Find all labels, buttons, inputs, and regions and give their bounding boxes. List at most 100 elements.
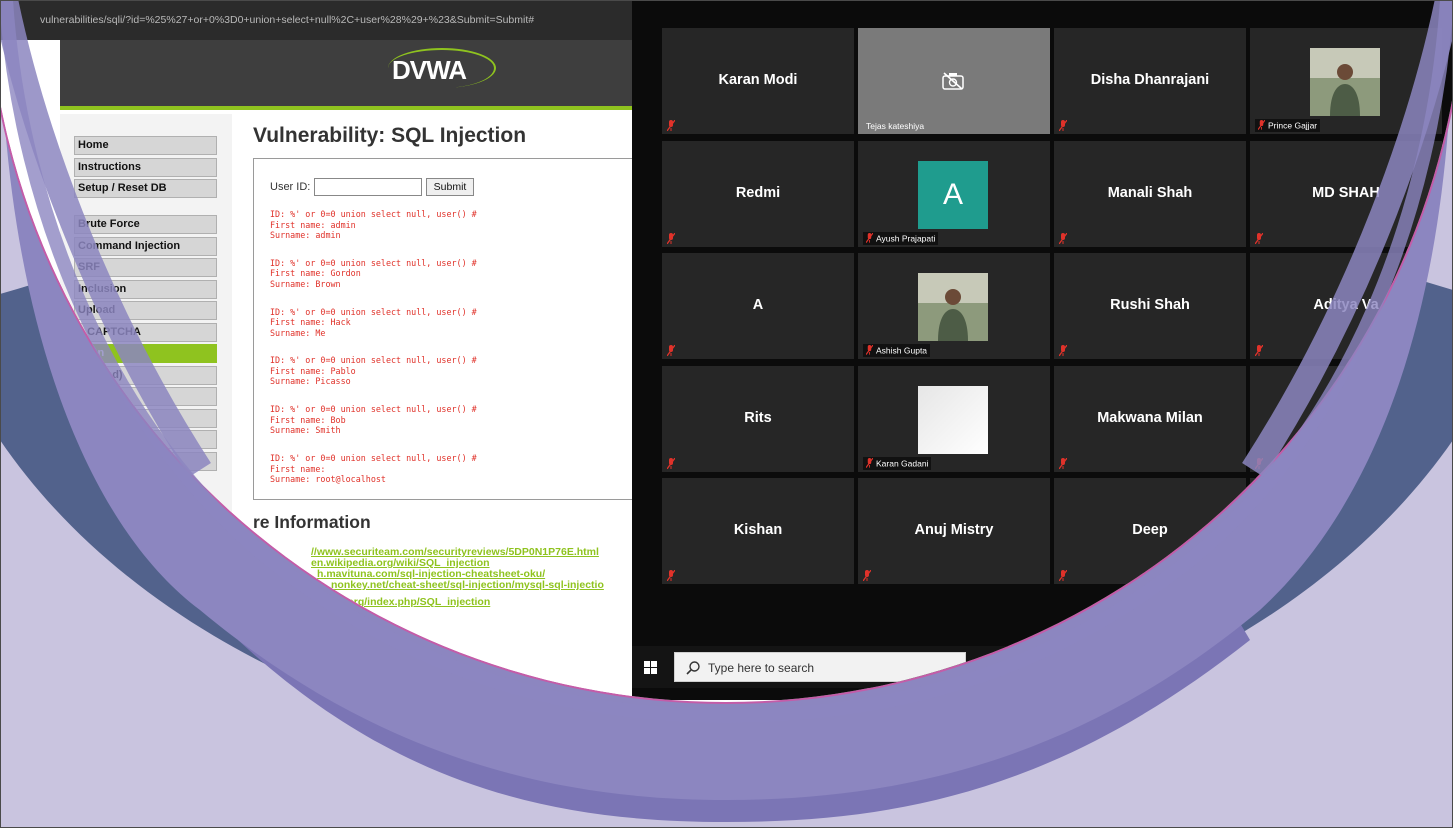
participant-tile[interactable]: Deep — [1054, 478, 1246, 584]
participant-label: Prince Gajjar — [1255, 119, 1321, 132]
participant-gallery: Karan Modi Tejas kateshiya Disha Dhanrajan… — [662, 28, 1453, 588]
user-id-input[interactable] — [314, 178, 422, 196]
more-information-heading: re Information — [253, 512, 371, 532]
menu-item-vuln-6[interactable]: ction — [74, 344, 217, 363]
participant-tile[interactable]: A Ayush Prajapati — [858, 140, 1050, 247]
result-block: ID: %' or 0=0 union select null, user() … — [270, 404, 477, 436]
participant-tile[interactable]: Redmi — [662, 140, 854, 247]
participant-tile[interactable]: Anuj Mistry — [858, 478, 1050, 584]
reference-link[interactable]: n.org/index.php/SQL_injection — [338, 597, 490, 608]
muted-mic-icon — [1058, 343, 1068, 357]
avatar: A — [918, 160, 988, 229]
muted-mic-icon — [1254, 231, 1264, 244]
meeting-window: Karan Modi Tejas kateshiya Disha Dhanrajan… — [632, 0, 1453, 700]
menu-item-vuln-8[interactable]: IDs — [74, 387, 217, 406]
participant-tile[interactable]: Disha Dhanrajani — [1054, 28, 1246, 134]
muted-mic-icon — [666, 231, 676, 244]
menu-item-vuln-7[interactable]: n (Blind) — [74, 365, 217, 385]
dvwa-sidebar: Home Instructions Setup / Reset DB Brute F… — [60, 114, 232, 700]
menu-item-vuln-10[interactable] — [74, 430, 217, 449]
screenshot-content: vulnerabilities/sqli/?id=%25%27+or+0%3D0… — [0, 0, 1453, 702]
participant-photo-icon — [1310, 48, 1380, 116]
participant-tile[interactable]: Prince Gajjar — [1250, 28, 1442, 134]
participant-name: Disha Dhanrajani — [1090, 72, 1210, 88]
dvwa-menu-vulnerabilities: Brute Force Command Injection SRF Inclusion… — [74, 215, 217, 473]
windows-start-icon[interactable] — [644, 661, 657, 674]
participant-label: Ayush Prajapati — [863, 231, 939, 245]
participant-label: Ashish Gupta — [863, 344, 931, 357]
sqli-panel: User ID: Submit ID: %' or 0=0 union sele… — [253, 158, 632, 500]
participant-tile[interactable] — [1250, 478, 1442, 584]
menu-item-setup-0[interactable]: Home — [74, 136, 217, 155]
result-block: ID: %' or 0=0 union select null, user() … — [270, 355, 477, 387]
participant-name: Kishan — [733, 522, 783, 538]
menu-item-setup-1[interactable]: Instructions — [74, 157, 217, 177]
participant-name: MD SHAH — [1312, 184, 1380, 201]
dvwa-logo: DVWA — [392, 55, 467, 85]
menu-item-vuln-2[interactable]: SRF — [74, 258, 217, 277]
muted-mic-icon — [666, 343, 676, 357]
user-id-label: User ID: — [270, 181, 311, 193]
participant-tile[interactable] — [1250, 365, 1442, 472]
participant-tile[interactable]: Ashish Gupta — [858, 253, 1050, 359]
participant-tile[interactable]: Makwana Milan — [1054, 365, 1246, 472]
participant-name: Anuj Mistry — [914, 522, 994, 538]
participant-tile[interactable]: Manali Shah — [1054, 140, 1246, 247]
muted-mic-icon — [666, 568, 676, 582]
submit-button[interactable]: Submit — [426, 178, 474, 196]
participant-tile[interactable]: Tejas kateshiya — [858, 28, 1050, 134]
participant-name: Deep — [1132, 522, 1168, 538]
muted-mic-icon — [1058, 456, 1068, 469]
participant-tile[interactable]: Rushi Shah — [1054, 253, 1246, 359]
browser-url-bar[interactable]: vulnerabilities/sqli/?id=%25%27+or+0%3D0… — [0, 0, 632, 40]
participant-tile[interactable]: Rits — [662, 365, 854, 472]
participant-name: Rushi Shah — [1110, 297, 1190, 313]
participant-tile[interactable]: Aditya Va — [1250, 253, 1442, 359]
muted-mic-icon — [666, 118, 676, 132]
participant-tile[interactable]: A — [662, 253, 854, 359]
menu-item-vuln-3[interactable]: Inclusion — [74, 279, 217, 299]
menu-item-vuln-11[interactable] — [74, 451, 217, 471]
participant-photo-icon — [918, 273, 988, 341]
participant-tile[interactable]: Karan Gadani — [858, 365, 1050, 472]
dvwa-header: DVWA — [60, 40, 632, 110]
reference-link[interactable]: m/ — [345, 608, 357, 619]
participant-name: Rits — [744, 409, 772, 426]
participant-label: Tejas kateshiya — [866, 121, 925, 131]
windows-taskbar: Type here to search — [632, 646, 1453, 688]
menu-item-vuln-0[interactable]: Brute Force — [74, 215, 217, 234]
menu-item-vuln-9[interactable] — [74, 408, 217, 428]
result-block: ID: %' or 0=0 union select null, user() … — [270, 257, 477, 289]
participant-name: Makwana Milan — [1097, 409, 1203, 426]
muted-mic-icon — [666, 456, 676, 469]
result-block: ID: %' or 0=0 union select null, user() … — [270, 453, 477, 484]
participant-name: Manali Shah — [1107, 184, 1193, 201]
participant-tile[interactable]: MD SHAH — [1250, 140, 1442, 247]
camera-off-icon — [942, 72, 964, 90]
menu-item-vuln-1[interactable]: Command Injection — [74, 236, 217, 256]
page-title: Vulnerability: SQL Injection — [253, 124, 527, 147]
participant-name: A — [752, 297, 764, 313]
menu-item-vuln-5[interactable]: e CAPTCHA — [74, 322, 217, 342]
muted-mic-icon — [1058, 568, 1068, 582]
result-block: ID: %' or 0=0 union select null, user() … — [270, 306, 477, 338]
participant-name: Karan Modi — [718, 72, 798, 88]
participant-tile[interactable]: Kishan — [662, 478, 854, 584]
taskbar-search-box[interactable]: Type here to search — [674, 652, 966, 682]
dvwa-browser-window: vulnerabilities/sqli/?id=%25%27+or+0%3D0… — [0, 0, 632, 700]
blank-video-icon — [918, 385, 988, 454]
reference-link[interactable]: nonkey.net/cheat-sheet/sql-injection/mys… — [331, 580, 604, 591]
participant-name: Aditya Va — [1313, 297, 1379, 313]
result-block: ID: %' or 0=0 union select null, user() … — [270, 209, 477, 240]
muted-mic-icon — [1254, 343, 1264, 357]
participant-name: Redmi — [735, 184, 781, 201]
muted-mic-icon — [1254, 568, 1264, 582]
muted-mic-icon — [1058, 231, 1068, 244]
search-icon — [686, 661, 700, 675]
participant-tile[interactable]: Karan Modi — [662, 28, 854, 134]
dvwa-menu-setup: Home Instructions Setup / Reset DB — [74, 136, 217, 201]
muted-mic-icon — [862, 568, 872, 582]
screenshot-circle-mask: vulnerabilities/sqli/?id=%25%27+or+0%3D0… — [0, 0, 1453, 702]
menu-item-vuln-4[interactable]: Upload — [74, 301, 217, 320]
menu-item-setup-2[interactable]: Setup / Reset DB — [74, 179, 217, 198]
